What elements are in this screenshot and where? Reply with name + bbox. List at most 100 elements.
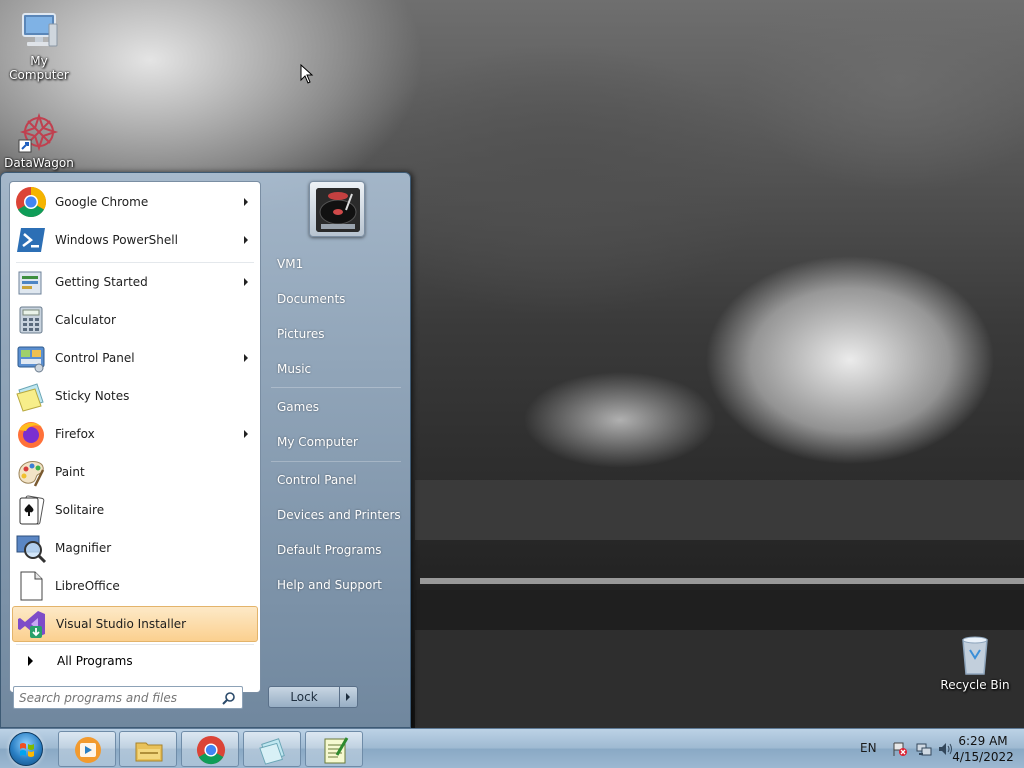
- recycle-bin-icon: [953, 632, 997, 676]
- chrome-icon: [196, 735, 226, 765]
- calculator-icon: [15, 304, 47, 336]
- start-item-libreoffice[interactable]: LibreOffice: [12, 568, 258, 604]
- start-search-box[interactable]: [13, 686, 243, 709]
- start-menu: Google Chrome Windows PowerShell Getting…: [0, 172, 411, 728]
- clock-time: 6:29 AM: [958, 734, 1008, 748]
- chevron-right-icon: [346, 693, 350, 701]
- all-programs-label: All Programs: [57, 654, 133, 668]
- start-right-item-pictures[interactable]: Pictures: [269, 320, 405, 348]
- submenu-arrow-icon[interactable]: [244, 278, 248, 286]
- file-explorer-icon: [134, 735, 164, 765]
- start-right-separator: [271, 461, 401, 462]
- firefox-icon: [15, 418, 47, 450]
- start-item-label: Windows PowerShell: [55, 233, 178, 247]
- start-item-label: Control Panel: [55, 351, 135, 365]
- control-panel-icon: [15, 342, 47, 374]
- sticky-notes-icon: [15, 380, 47, 412]
- start-right-item-games[interactable]: Games: [269, 393, 405, 421]
- start-item-visual-studio-installer[interactable]: Visual Studio Installer: [12, 606, 258, 642]
- desktop-icon-label: My Computer: [9, 54, 69, 82]
- paint-icon: [15, 456, 47, 488]
- shutdown-options-button[interactable]: [340, 686, 358, 708]
- media-player-icon: [73, 735, 103, 765]
- start-item-label: Paint: [55, 465, 85, 479]
- windows-logo-icon: [9, 732, 43, 766]
- wallpaper-foreground: [415, 630, 1024, 728]
- start-item-getting-started[interactable]: Getting Started: [12, 264, 258, 300]
- libreoffice-icon: [15, 570, 47, 602]
- getting-started-icon: [15, 266, 47, 298]
- turntable-icon: [316, 188, 360, 232]
- start-item-magnifier[interactable]: Magnifier: [12, 530, 258, 566]
- mouse-cursor-icon: [300, 64, 314, 84]
- system-clock[interactable]: 6:29 AM 4/15/2022: [948, 733, 1018, 765]
- start-right-item-documents[interactable]: Documents: [269, 285, 405, 313]
- start-right-separator: [271, 387, 401, 388]
- taskbar: EN 6:29 AM 4/15/2022: [0, 728, 1024, 768]
- lock-button-group: Lock: [268, 686, 358, 708]
- language-indicator[interactable]: EN: [860, 741, 877, 755]
- submenu-arrow-icon[interactable]: [244, 354, 248, 362]
- start-right-item-default-programs[interactable]: Default Programs: [269, 536, 405, 564]
- magnifier-icon: [15, 532, 47, 564]
- start-item-sticky-notes[interactable]: Sticky Notes: [12, 378, 258, 414]
- start-item-label: Firefox: [55, 427, 95, 441]
- start-item-google-chrome[interactable]: Google Chrome: [12, 184, 258, 220]
- start-item-paint[interactable]: Paint: [12, 454, 258, 490]
- start-item-label: LibreOffice: [55, 579, 120, 593]
- desktop-icon-datawagon[interactable]: DataWagon: [1, 110, 77, 172]
- taskbar-chrome[interactable]: [181, 731, 239, 767]
- user-picture[interactable]: [309, 181, 365, 237]
- taskbar-file-explorer[interactable]: [119, 731, 177, 767]
- start-menu-separator: [16, 262, 254, 263]
- start-button[interactable]: [4, 730, 50, 768]
- start-item-label: Sticky Notes: [55, 389, 130, 403]
- start-item-label: Getting Started: [55, 275, 148, 289]
- lock-button[interactable]: Lock: [268, 686, 340, 708]
- start-item-windows-powershell[interactable]: Windows PowerShell: [12, 222, 258, 258]
- taskbar-sticky-notes[interactable]: [243, 731, 301, 767]
- submenu-arrow-icon[interactable]: [244, 430, 248, 438]
- start-right-item-help-and-support[interactable]: Help and Support: [269, 571, 405, 599]
- start-right-item-devices-and-printers[interactable]: Devices and Printers: [269, 501, 405, 529]
- start-right-item-my-computer[interactable]: My Computer: [269, 428, 405, 456]
- start-item-firefox[interactable]: Firefox: [12, 416, 258, 452]
- search-icon[interactable]: [222, 691, 236, 705]
- desktop-icon-label: Recycle Bin: [940, 678, 1010, 692]
- wallpaper-pier: [420, 578, 1024, 584]
- start-menu-programs-pane: Google Chrome Windows PowerShell Getting…: [9, 181, 261, 693]
- notepad-plus-plus-icon: [320, 735, 350, 765]
- start-item-label: Calculator: [55, 313, 116, 327]
- powershell-icon: [15, 224, 47, 256]
- datawagon-icon: [17, 110, 61, 154]
- start-item-calculator[interactable]: Calculator: [12, 302, 258, 338]
- taskbar-notepad-plus-plus[interactable]: [305, 731, 363, 767]
- sticky-notes-icon: [258, 735, 288, 765]
- submenu-arrow-icon[interactable]: [244, 236, 248, 244]
- desktop-icon-my-computer[interactable]: My Computer: [1, 8, 77, 82]
- start-right-item-music[interactable]: Music: [269, 355, 405, 383]
- search-input[interactable]: [19, 687, 219, 708]
- start-right-item-user[interactable]: VM1: [269, 250, 405, 278]
- all-programs-button[interactable]: All Programs: [12, 648, 258, 674]
- start-item-label: Magnifier: [55, 541, 112, 555]
- start-menu-separator: [16, 644, 254, 645]
- taskbar-media-player[interactable]: [58, 731, 116, 767]
- start-item-label: Google Chrome: [55, 195, 149, 209]
- start-item-label: Solitaire: [55, 503, 105, 517]
- desktop-icon-recycle-bin[interactable]: Recycle Bin: [937, 632, 1013, 692]
- start-right-item-control-panel[interactable]: Control Panel: [269, 466, 405, 494]
- start-item-solitaire[interactable]: Solitaire: [12, 492, 258, 528]
- wallpaper-ship: [415, 480, 1024, 540]
- chrome-icon: [15, 186, 47, 218]
- system-tray: EN 6:29 AM 4/15/2022: [824, 729, 1024, 768]
- wallpaper-water: [415, 590, 1024, 630]
- clock-date: 4/15/2022: [952, 750, 1014, 764]
- visual-studio-installer-icon: [16, 608, 48, 640]
- start-item-control-panel[interactable]: Control Panel: [12, 340, 258, 376]
- action-center-flag-icon[interactable]: [892, 741, 908, 757]
- submenu-arrow-icon[interactable]: [244, 198, 248, 206]
- network-icon[interactable]: [916, 741, 932, 757]
- expand-arrow-icon: [28, 656, 33, 666]
- solitaire-icon: [15, 494, 47, 526]
